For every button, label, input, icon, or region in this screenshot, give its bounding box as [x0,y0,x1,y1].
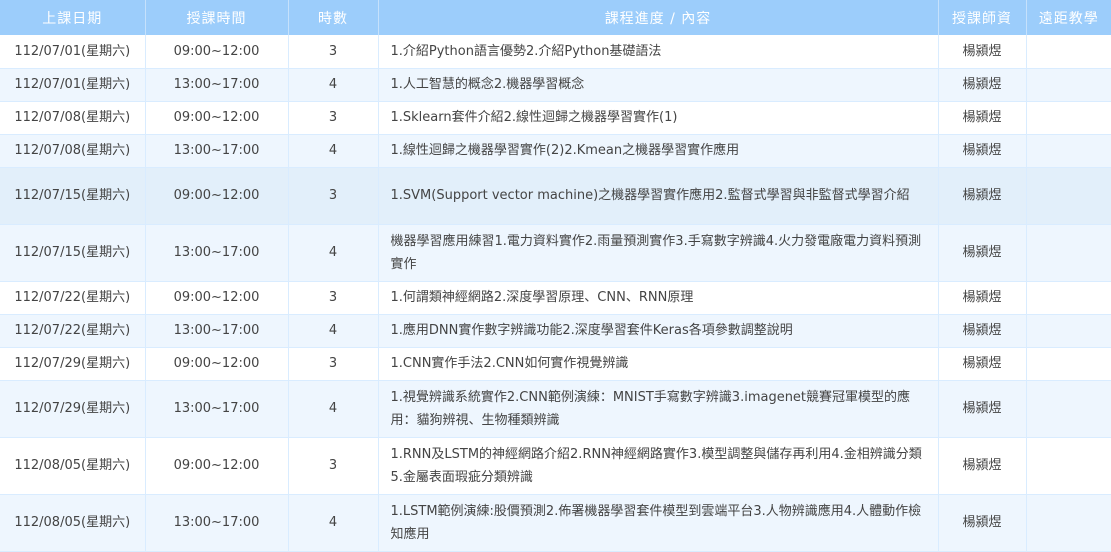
table-row: 112/07/08(星期六) 09:00~12:00 3 1.Sklearn套件… [0,101,1111,135]
cell-hours: 4 [288,314,379,348]
cell-date: 112/07/15(星期六) [0,167,146,225]
cell-teacher: 楊潁煜 [938,347,1027,381]
cell-remote [1026,101,1111,135]
header-hours: 時數 [288,0,379,35]
cell-date: 112/07/08(星期六) [0,101,146,135]
cell-remote [1026,347,1111,381]
cell-remote [1026,68,1111,102]
cell-date: 112/08/05(星期六) [0,437,146,495]
cell-time: 09:00~12:00 [145,437,289,495]
cell-content: 1.視覺辨識系統實作2.CNN範例演練：MNIST手寫數字辨識3.imagene… [378,380,939,438]
table-row: 112/07/15(星期六) 13:00~17:00 4 機器學習應用練習1.電… [0,224,1111,282]
cell-content: 1.CNN實作手法2.CNN如何實作視覺辨識 [378,347,939,381]
cell-content: 1.RNN及LSTM的神經網路介紹2.RNN神經網路實作3.模型調整與儲存再利用… [378,437,939,495]
cell-teacher: 楊潁煜 [938,224,1027,282]
cell-remote [1026,134,1111,168]
cell-date: 112/07/15(星期六) [0,224,146,282]
cell-remote [1026,380,1111,438]
cell-date: 112/07/29(星期六) [0,347,146,381]
header-remote: 遠距教學 [1038,10,1099,27]
cell-teacher: 楊潁煜 [938,281,1027,315]
cell-content: 1.介紹Python語言優勢2.介紹Python基礎語法 [378,35,939,69]
cell-date: 112/07/29(星期六) [0,380,146,438]
table-row: 112/07/29(星期六) 13:00~17:00 4 1.視覺辨識系統實作2… [0,380,1111,438]
table-row: 112/07/01(星期六) 09:00~12:00 3 1.介紹Python語… [0,35,1111,69]
cell-date: 112/07/22(星期六) [0,281,146,315]
cell-date: 112/07/01(星期六) [0,68,146,102]
cell-time: 09:00~12:00 [145,167,289,225]
cell-time: 13:00~17:00 [145,314,289,348]
cell-content: 1.應用DNN實作數字辨識功能2.深度學習套件Keras各項參數調整說明 [378,314,939,348]
table-row: 112/07/29(星期六) 09:00~12:00 3 1.CNN實作手法2.… [0,347,1111,381]
cell-date: 112/08/05(星期六) [0,494,146,552]
course-schedule-table: 上課日期 授課時間 時數 課程進度 / 內容 授課師資 遠距教學 112/07/… [0,0,1111,552]
cell-content: 1.人工智慧的概念2.機器學習概念 [378,68,939,102]
cell-teacher: 楊潁煜 [938,380,1027,438]
table-row: 112/08/05(星期六) 13:00~17:00 4 1.LSTM範例演練:… [0,494,1111,552]
cell-hours: 4 [288,224,379,282]
cell-hours: 4 [288,494,379,552]
header-content: 課程進度 / 內容 [378,0,939,35]
table-row: 112/07/01(星期六) 13:00~17:00 4 1.人工智慧的概念2.… [0,68,1111,102]
cell-date: 112/07/08(星期六) [0,134,146,168]
cell-hours: 4 [288,68,379,102]
cell-content: 1.何謂類神經網路2.深度學習原理、CNN、RNN原理 [378,281,939,315]
cell-teacher: 楊潁煜 [938,314,1027,348]
cell-time: 09:00~12:00 [145,35,289,69]
cell-content: 1.Sklearn套件介紹2.線性迴歸之機器學習實作(1) [378,101,939,135]
cell-remote [1026,494,1111,552]
table-row: 112/07/22(星期六) 09:00~12:00 3 1.何謂類神經網路2.… [0,281,1111,315]
cell-time: 13:00~17:00 [145,380,289,438]
table-body: 112/07/01(星期六) 09:00~12:00 3 1.介紹Python語… [0,35,1111,552]
cell-remote [1026,224,1111,282]
cell-remote [1026,167,1111,225]
cell-hours: 4 [288,380,379,438]
cell-time: 13:00~17:00 [145,134,289,168]
cell-date: 112/07/22(星期六) [0,314,146,348]
cell-teacher: 楊潁煜 [938,68,1027,102]
cell-time: 09:00~12:00 [145,347,289,381]
cell-remote [1026,281,1111,315]
cell-teacher: 楊潁煜 [938,494,1027,552]
table-row: 112/07/22(星期六) 13:00~17:00 4 1.應用DNN實作數字… [0,314,1111,348]
cell-date: 112/07/01(星期六) [0,35,146,69]
cell-teacher: 楊潁煜 [938,134,1027,168]
table-row: 112/07/15(星期六) 09:00~12:00 3 1.SVM(Suppo… [0,167,1111,225]
cell-hours: 3 [288,437,379,495]
cell-hours: 3 [288,347,379,381]
cell-remote [1026,437,1111,495]
header-time: 授課時間 [145,0,289,35]
cell-time: 13:00~17:00 [145,224,289,282]
cell-hours: 3 [288,167,379,225]
cell-teacher: 楊潁煜 [938,35,1027,69]
cell-content: 1.LSTM範例演練:股價預測2.佈署機器學習套件模型到雲端平台3.人物辨識應用… [378,494,939,552]
cell-time: 13:00~17:00 [145,68,289,102]
cell-hours: 3 [288,281,379,315]
cell-time: 09:00~12:00 [145,281,289,315]
header-date: 上課日期 [0,0,146,35]
cell-content: 機器學習應用練習1.電力資料實作2.雨量預測實作3.手寫數字辨識4.火力發電廠電… [378,224,939,282]
cell-content: 1.SVM(Support vector machine)之機器學習實作應用2.… [378,167,939,225]
cell-time: 13:00~17:00 [145,494,289,552]
cell-teacher: 楊潁煜 [938,101,1027,135]
cell-hours: 3 [288,35,379,69]
table-header-row: 上課日期 授課時間 時數 課程進度 / 內容 授課師資 遠距教學 [0,0,1111,35]
cell-hours: 3 [288,101,379,135]
cell-teacher: 楊潁煜 [938,167,1027,225]
cell-remote [1026,314,1111,348]
cell-remote [1026,35,1111,69]
header-teacher: 授課師資 [938,0,1027,35]
cell-content: 1.線性迴歸之機器學習實作(2)2.Kmean之機器學習實作應用 [378,134,939,168]
cell-teacher: 楊潁煜 [938,437,1027,495]
table-row: 112/08/05(星期六) 09:00~12:00 3 1.RNN及LSTM的… [0,437,1111,495]
cell-hours: 4 [288,134,379,168]
table-row: 112/07/08(星期六) 13:00~17:00 4 1.線性迴歸之機器學習… [0,134,1111,168]
cell-time: 09:00~12:00 [145,101,289,135]
